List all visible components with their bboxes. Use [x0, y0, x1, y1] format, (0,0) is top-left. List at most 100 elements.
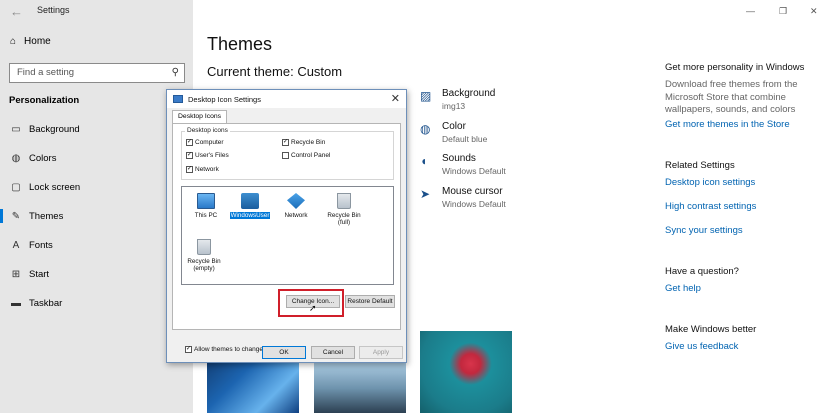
sidebar-item-lock-screen[interactable]: ▢ Lock screen	[0, 176, 193, 198]
section-title: Personalization	[9, 95, 80, 106]
theme-property-background[interactable]: ▨ Background img13	[420, 88, 495, 111]
search-input[interactable]: Find a setting ⚲	[9, 63, 185, 83]
computer-icon	[197, 193, 215, 209]
checkbox-label: User's Files	[195, 152, 229, 159]
icon-label: Recycle Bin (empty)	[187, 258, 221, 272]
theme-property-sounds[interactable]: ◖ Sounds Windows Default	[420, 153, 506, 176]
restore-default-button[interactable]: Restore Default	[345, 295, 395, 308]
property-value: img13	[442, 101, 466, 111]
personality-heading: Get more personality in Windows	[665, 62, 805, 73]
mouse-pointer-icon: ➚	[309, 303, 317, 313]
app-title: Settings	[37, 5, 70, 15]
sync-settings-link[interactable]: Sync your settings	[665, 225, 743, 236]
back-arrow-icon[interactable]: ←	[10, 4, 23, 19]
lock-screen-icon: ▢	[11, 181, 21, 193]
checkbox-label: Network	[195, 166, 219, 173]
group-title: Desktop icons	[185, 127, 230, 134]
network-checkbox[interactable]: ✓ Network	[186, 166, 219, 173]
icon-label: This PC	[194, 212, 218, 219]
desktop-icon-settings-link[interactable]: Desktop icon settings	[665, 177, 755, 188]
page-title: Themes	[207, 34, 273, 54]
close-icon[interactable]: ✕	[391, 92, 400, 105]
sidebar-item-fonts[interactable]: A Fonts	[0, 234, 193, 256]
property-value: Default blue	[442, 134, 488, 144]
themes-icon: ✎	[11, 210, 21, 222]
checkbox-label: Computer	[195, 139, 224, 146]
list-item-recycle-bin-full[interactable]: Recycle Bin (full)	[322, 193, 366, 226]
active-indicator	[0, 209, 3, 223]
speaker-icon: ◖	[420, 154, 428, 168]
sidebar-item-taskbar[interactable]: ▬ Taskbar	[0, 292, 193, 314]
list-item-recycle-bin-empty[interactable]: Recycle Bin (empty)	[182, 239, 226, 272]
sidebar-item-background[interactable]: ▭ Background	[0, 118, 193, 140]
property-name: Background	[442, 88, 496, 99]
list-item-this-pc[interactable]: This PC	[184, 193, 228, 219]
tab-desktop-icons[interactable]: Desktop Icons	[172, 110, 228, 124]
get-themes-link[interactable]: Get more themes in the Store	[665, 119, 790, 130]
sidebar-item-start[interactable]: ⊞ Start	[0, 263, 193, 285]
property-name: Color	[442, 121, 466, 132]
list-item-windowsuser[interactable]: WindowsUser	[228, 193, 272, 219]
user-folder-icon	[241, 193, 259, 209]
checkbox-label: Control Panel	[291, 152, 331, 159]
property-name: Mouse cursor	[442, 186, 503, 197]
high-contrast-settings-link[interactable]: High contrast settings	[665, 201, 756, 212]
sidebar-item-label: Themes	[29, 210, 64, 222]
apply-button[interactable]: Apply	[359, 346, 403, 359]
control-panel-checkbox[interactable]: Control Panel	[282, 152, 330, 159]
property-value: Windows Default	[442, 199, 506, 209]
picture-icon: ▭	[11, 123, 21, 135]
current-theme-heading: Current theme: Custom	[207, 64, 343, 79]
desktop-icons-group: Desktop icons ✓ Computer ✓ Recycle Bin ✓…	[181, 127, 394, 180]
dialog-title: Desktop Icon Settings	[188, 94, 261, 104]
sidebar-item-themes[interactable]: ✎ Themes	[0, 205, 193, 227]
start-icon: ⊞	[11, 268, 21, 280]
home-nav-item[interactable]: ⌂ Home	[10, 36, 51, 47]
users-files-checkbox[interactable]: ✓ User's Files	[186, 152, 229, 159]
cancel-button[interactable]: Cancel	[311, 346, 355, 359]
property-name: Sounds	[442, 153, 476, 164]
recycle-bin-checkbox[interactable]: ✓ Recycle Bin	[282, 139, 325, 146]
sidebar-item-label: Fonts	[29, 239, 53, 251]
related-settings-heading: Related Settings	[665, 160, 735, 171]
checkbox-box: ✓	[186, 152, 193, 159]
computer-checkbox[interactable]: ✓ Computer	[186, 139, 224, 146]
theme-property-color[interactable]: ◍ Color Default blue	[420, 121, 487, 144]
network-icon	[287, 193, 305, 209]
minimize-button[interactable]: —	[746, 6, 755, 16]
sidebar-item-label: Background	[29, 123, 80, 135]
palette-icon: ◍	[11, 152, 21, 164]
desktop-icon-settings-dialog: Desktop Icon Settings ✕ Desktop Icons De…	[166, 89, 407, 363]
sidebar-item-label: Colors	[29, 152, 57, 164]
icon-label: Recycle Bin (full)	[327, 212, 361, 226]
sidebar-item-label: Start	[29, 268, 50, 280]
theme-property-mouse-cursor[interactable]: ➤ Mouse cursor Windows Default	[420, 186, 506, 209]
sidebar-item-label: Taskbar	[29, 297, 63, 309]
personality-description: Download free themes from the Microsoft …	[665, 79, 798, 115]
dialog-titlebar: Desktop Icon Settings ✕	[167, 90, 406, 108]
list-item-network[interactable]: Network	[274, 193, 318, 219]
desktop-icon	[173, 95, 183, 103]
checkbox-box	[282, 152, 289, 159]
checkbox-box: ✓	[185, 346, 192, 353]
ok-button[interactable]: OK	[262, 346, 306, 359]
checkbox-box: ✓	[186, 166, 193, 173]
search-icon[interactable]: ⚲	[172, 67, 179, 78]
icon-label: WindowsUser	[229, 212, 271, 219]
question-heading: Have a question?	[665, 266, 739, 277]
cursor-icon: ➤	[420, 187, 431, 201]
maximize-button[interactable]: ❐	[779, 6, 787, 17]
fonts-icon: A	[12, 239, 20, 251]
search-placeholder: Find a setting	[17, 67, 75, 78]
close-window-button[interactable]: ✕	[810, 6, 818, 17]
get-help-link[interactable]: Get help	[665, 283, 701, 294]
desktop-icon-list[interactable]: This PC WindowsUser Network Recycle Bin …	[181, 186, 394, 285]
checkbox-label: Recycle Bin	[291, 139, 326, 146]
give-feedback-link[interactable]: Give us feedback	[665, 341, 738, 352]
sidebar: ← Settings ⌂ Home Find a setting ⚲ Perso…	[0, 0, 193, 413]
sidebar-item-label: Lock screen	[29, 181, 81, 193]
theme-thumbnail-flower[interactable]	[420, 331, 512, 413]
checkbox-box: ✓	[186, 139, 193, 146]
checkbox-box: ✓	[282, 139, 289, 146]
sidebar-item-colors[interactable]: ◍ Colors	[0, 147, 193, 169]
